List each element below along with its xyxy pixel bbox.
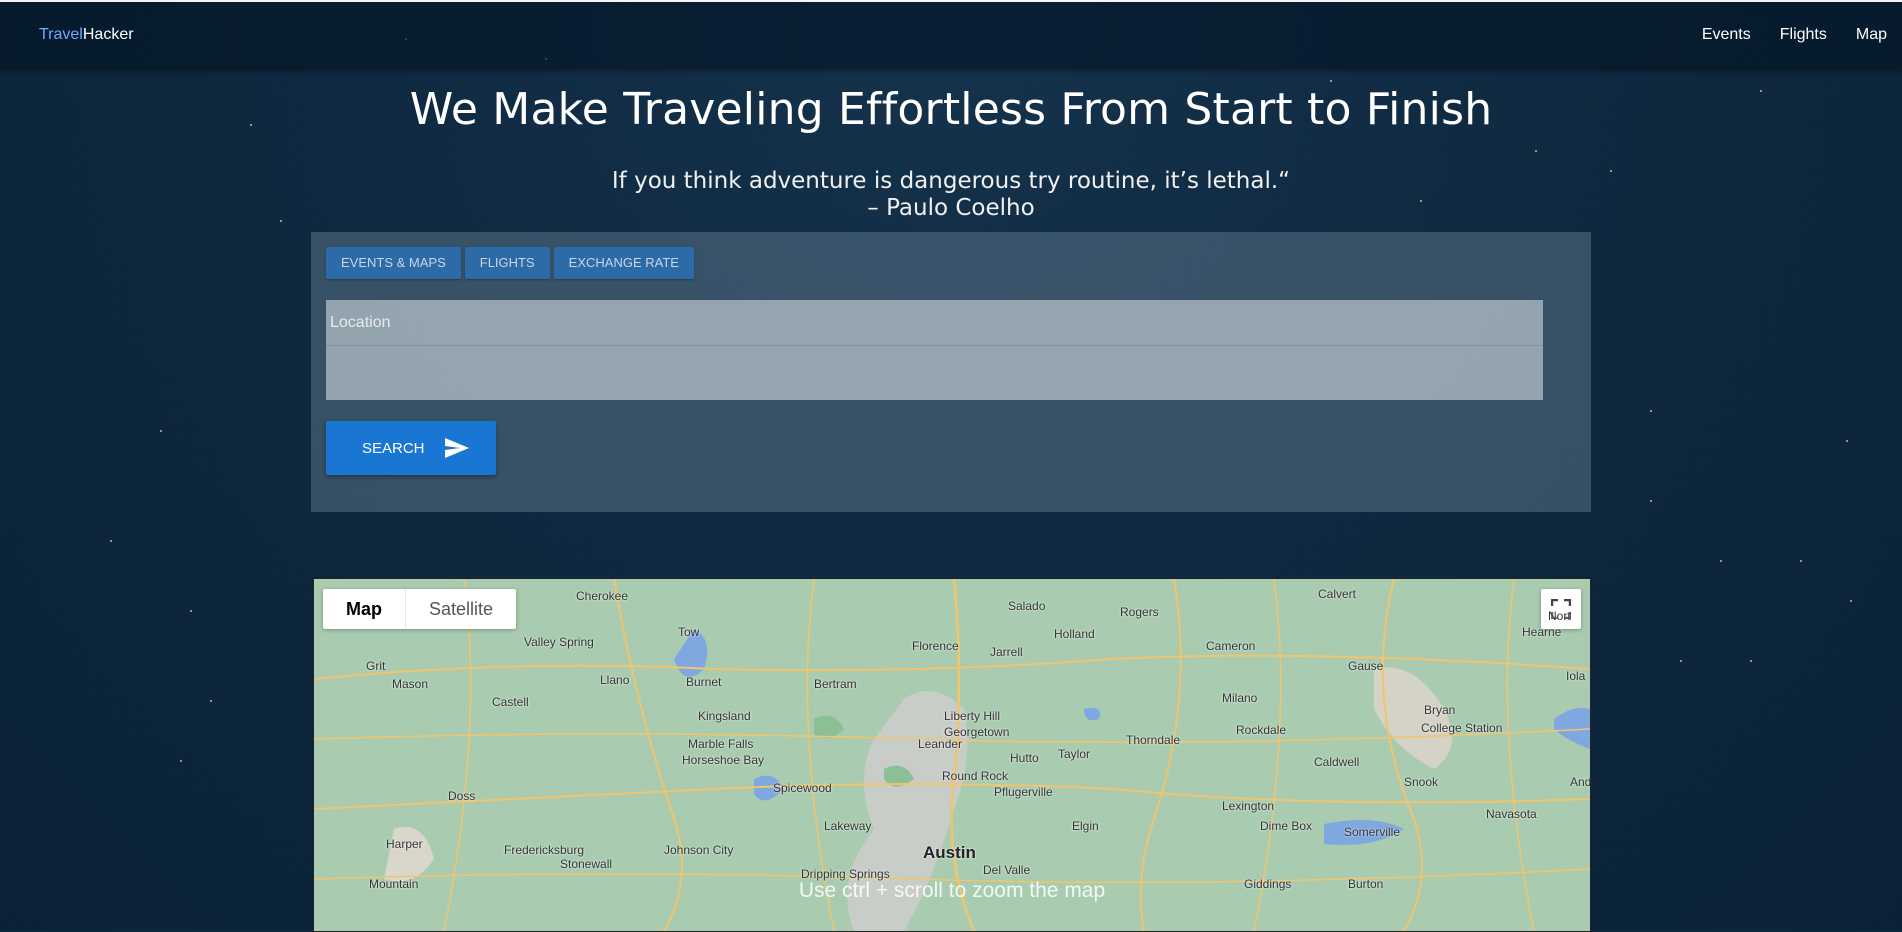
map-place-label: Austin [923, 843, 976, 862]
search-panel: EVENTS & MAPS FLIGHTS EXCHANGE RATE SEAR… [311, 232, 1591, 512]
star-speck [110, 540, 112, 542]
map-place-label: Rogers [1120, 605, 1159, 619]
location-field [326, 300, 1543, 400]
map-place-label: Johnson City [664, 843, 734, 857]
star-speck [210, 700, 212, 702]
map-type-satellite-button[interactable]: Satellite [405, 589, 516, 629]
map-place-label: Fredericksburg [504, 843, 585, 857]
star-speck [1846, 440, 1848, 442]
map-place-label: Spicewood [773, 781, 832, 795]
map-place-label: Stonewall [560, 857, 613, 871]
map-place-label: Hearne [1522, 625, 1562, 639]
page-title: We Make Traveling Effortless From Start … [409, 84, 1493, 135]
map-place-label: College Station [1421, 721, 1503, 735]
map-place-label: Bryan [1424, 703, 1456, 717]
map-place-label: Snook [1404, 775, 1439, 789]
tab-events-maps[interactable]: EVENTS & MAPS [326, 247, 461, 279]
star-speck [180, 760, 182, 762]
map-place-label: Bertram [814, 677, 857, 691]
map-place-label: Taylor [1058, 747, 1091, 761]
star-speck [1330, 80, 1332, 82]
star-speck [1850, 600, 1852, 602]
map-place-label: Jarrell [990, 645, 1023, 659]
star-speck [1800, 560, 1802, 562]
map-place-label: Horseshoe Bay [682, 753, 765, 767]
map-place-label: Florence [912, 639, 959, 653]
map-place-label: Lexington [1222, 799, 1275, 813]
map-place-label: Navasota [1486, 807, 1537, 821]
map-place-label: Cherokee [576, 589, 629, 603]
map-place-label: Round Rock [942, 769, 1009, 783]
map-place-label: Mason [392, 677, 429, 691]
star-speck [1535, 150, 1537, 152]
map-place-label: Nort [1548, 609, 1571, 623]
nav-link-events[interactable]: Events [1702, 26, 1751, 44]
map-place-label: Holland [1054, 627, 1095, 641]
map-place-label: Gause [1348, 659, 1384, 673]
map-place-label: Liberty Hill [944, 709, 1001, 723]
map-place-label: Hutto [1010, 751, 1039, 765]
quote: If you think adventure is dangerous try … [0, 168, 1902, 222]
map-place-label: Iola [1566, 669, 1586, 683]
map-place-label: Cameron [1206, 639, 1256, 653]
location-input[interactable] [326, 300, 1543, 346]
quote-author: – Paulo Coelho [867, 195, 1035, 221]
map-place-label: Ande [1570, 775, 1591, 789]
brand-hacker: Hacker [82, 26, 134, 43]
navbar: TravelHacker Events Flights Map [0, 0, 1902, 68]
star-speck [1750, 660, 1752, 662]
star-speck [190, 610, 192, 612]
map-place-label: Pflugerville [994, 785, 1053, 799]
map-place-label: Llano [600, 673, 630, 687]
star-speck [1720, 560, 1722, 562]
star-speck [1680, 660, 1682, 662]
search-button[interactable]: SEARCH [326, 421, 496, 475]
map-zoom-hint: Use ctrl + scroll to zoom the map [798, 879, 1106, 902]
google-map[interactable]: Map Satellite Cherokee Salado Rogers Calver… [313, 578, 1591, 932]
map-type-map-button[interactable]: Map [323, 589, 405, 629]
brand-travel: Travel [39, 26, 83, 43]
map-place-label: Calvert [1318, 587, 1357, 601]
map-place-label: Del Valle [983, 863, 1031, 877]
map-place-label: Valley Spring [524, 635, 594, 649]
map-place-label: Burnet [686, 675, 722, 689]
map-place-label: Rockdale [1236, 723, 1287, 737]
map-place-label: Salado [1008, 599, 1046, 613]
map-place-label: Marble Falls [688, 737, 754, 751]
map-place-label: Tow [678, 625, 700, 639]
star-speck [160, 430, 162, 432]
map-place-label: Somerville [1344, 825, 1401, 839]
tab-flights[interactable]: FLIGHTS [464, 247, 550, 279]
star-speck [1650, 500, 1652, 502]
map-type-toggle: Map Satellite [323, 589, 517, 629]
map-place-label: Kingsland [698, 709, 751, 723]
map-place-label: Lakeway [824, 819, 872, 833]
map-place-label: Dime Box [1260, 819, 1313, 833]
search-button-label: SEARCH [362, 440, 425, 457]
map-place-label: Leander [918, 737, 963, 751]
search-tabs: EVENTS & MAPS FLIGHTS EXCHANGE RATE [326, 247, 694, 279]
map-place-label: Harper [386, 837, 423, 851]
map-place-label: Elgin [1072, 819, 1099, 833]
brand-logo[interactable]: TravelHacker [39, 26, 134, 44]
send-icon [445, 438, 469, 458]
tab-exchange-rate[interactable]: EXCHANGE RATE [553, 247, 694, 279]
nav-link-flights[interactable]: Flights [1780, 26, 1827, 44]
map-place-label: Thorndale [1126, 733, 1181, 747]
nav-link-map[interactable]: Map [1856, 26, 1887, 44]
map-place-label: Castell [492, 695, 529, 709]
map-place-label: Grit [366, 659, 386, 673]
nav-links: Events Flights Map [1702, 26, 1887, 44]
quote-text: If you think adventure is dangerous try … [611, 168, 1291, 194]
map-place-label: Caldwell [1314, 755, 1360, 769]
map-place-label: Milano [1222, 691, 1258, 705]
map-place-label: Doss [448, 789, 476, 803]
star-speck [1650, 410, 1652, 412]
